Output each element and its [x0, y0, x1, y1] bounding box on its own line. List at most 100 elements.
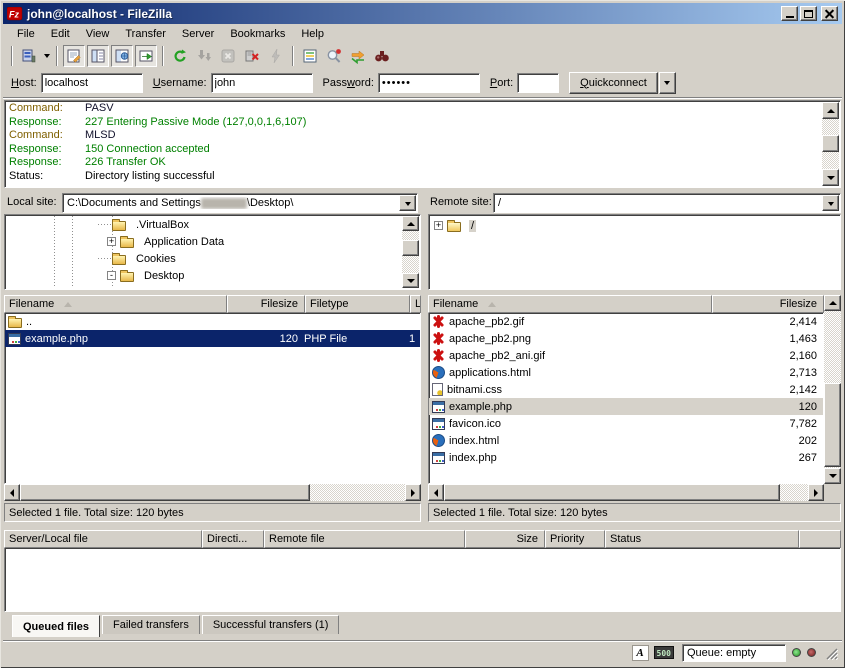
file-row[interactable]: applications.html2,713	[429, 364, 823, 381]
local-col-filesize[interactable]: Filesize	[227, 295, 305, 313]
local-col-filetype[interactable]: Filetype	[305, 295, 410, 313]
menu-server[interactable]: Server	[174, 26, 222, 42]
toggle-message-log-button[interactable]	[63, 45, 85, 67]
file-row-example-php[interactable]: example.php 120 PHP File 1	[5, 330, 420, 347]
expand-icon[interactable]: +	[107, 237, 116, 246]
remote-hscrollbar[interactable]	[428, 484, 824, 501]
tree-item-root[interactable]: + /	[429, 217, 840, 234]
local-col-filename[interactable]: Filename	[4, 295, 227, 313]
maximize-button[interactable]	[800, 6, 817, 21]
queue-col-size[interactable]: Size	[465, 530, 545, 548]
reconnect-icon	[268, 48, 284, 64]
disconnect-button[interactable]	[241, 45, 263, 67]
queue-col-priority[interactable]: Priority	[545, 530, 605, 548]
file-row[interactable]: index.php267	[429, 449, 823, 466]
svg-text:Fz: Fz	[9, 9, 19, 19]
reconnect-button[interactable]	[265, 45, 287, 67]
quickconnect-button[interactable]: Quickconnect	[569, 72, 658, 94]
scroll-up-icon[interactable]	[402, 216, 419, 231]
tree-item-cookies[interactable]: Cookies	[6, 250, 402, 267]
status-light-green-icon	[792, 648, 801, 657]
scroll-left-icon[interactable]	[4, 484, 20, 501]
queue-col-server-local[interactable]: Server/Local file	[4, 530, 202, 548]
process-queue-button[interactable]	[193, 45, 215, 67]
file-row[interactable]: apache_pb2.gif2,414	[429, 313, 823, 330]
close-button[interactable]	[821, 6, 838, 21]
host-input[interactable]	[41, 73, 143, 93]
scroll-up-icon[interactable]	[824, 295, 841, 311]
remote-status: Selected 1 file. Total size: 120 bytes	[428, 503, 841, 522]
tab-successful-transfers[interactable]: Successful transfers (1)	[202, 615, 340, 634]
file-row[interactable]: bitnami.css2,142	[429, 381, 823, 398]
minimize-button[interactable]	[781, 6, 798, 21]
menu-bookmarks[interactable]: Bookmarks	[222, 26, 293, 42]
tree-item-application-data[interactable]: + Application Data	[6, 233, 402, 250]
scroll-right-icon[interactable]	[808, 484, 824, 501]
log-scrollbar[interactable]	[822, 102, 839, 186]
tree-connector	[98, 224, 112, 225]
tree-item-virtualbox[interactable]: .VirtualBox	[6, 216, 402, 233]
scrollbar-thumb[interactable]	[822, 135, 839, 152]
scrollbar-thumb[interactable]	[402, 240, 419, 256]
scroll-up-icon[interactable]	[822, 102, 839, 119]
local-hscrollbar[interactable]	[4, 484, 421, 501]
scrollbar-thumb[interactable]	[444, 484, 780, 501]
filter-button[interactable]	[299, 45, 321, 67]
queue-col-direction[interactable]: Directi...	[202, 530, 264, 548]
file-row[interactable]: apache_pb2.png1,463	[429, 330, 823, 347]
port-input[interactable]	[517, 73, 559, 93]
remote-site-combo[interactable]: /	[493, 193, 841, 213]
log-line: Command:PASV	[6, 102, 822, 116]
menu-transfer[interactable]: Transfer	[117, 26, 174, 42]
local-site-combo[interactable]: C:\Documents and Settings\Desktop\	[62, 193, 418, 213]
remote-col-filesize[interactable]: Filesize	[712, 295, 824, 313]
file-row[interactable]: favicon.ico7,782	[429, 415, 823, 432]
local-tree-scrollbar[interactable]	[402, 216, 419, 288]
expand-icon[interactable]: +	[434, 221, 443, 230]
refresh-button[interactable]	[169, 45, 191, 67]
compare-button[interactable]	[323, 45, 345, 67]
site-manager-button[interactable]	[18, 45, 40, 67]
resize-grip[interactable]	[824, 646, 838, 660]
file-row-updir[interactable]: ..	[5, 313, 420, 330]
refresh-icon	[172, 48, 188, 64]
menu-help[interactable]: Help	[293, 26, 332, 42]
file-row[interactable]: index.html202	[429, 432, 823, 449]
toggle-local-tree-button[interactable]	[87, 45, 109, 67]
queue-col-status[interactable]: Status	[605, 530, 799, 548]
username-input[interactable]	[211, 73, 313, 93]
tab-failed-transfers[interactable]: Failed transfers	[102, 615, 200, 634]
file-row[interactable]: apache_pb2_ani.gif2,160	[429, 347, 823, 364]
tab-queued-files[interactable]: Queued files	[12, 615, 100, 637]
menu-file[interactable]: File	[9, 26, 43, 42]
password-input[interactable]	[378, 73, 480, 93]
scroll-left-icon[interactable]	[428, 484, 444, 501]
scroll-down-icon[interactable]	[824, 468, 841, 484]
scrollbar-thumb[interactable]	[824, 383, 841, 467]
remote-vscrollbar[interactable]	[824, 295, 841, 484]
scroll-down-icon[interactable]	[402, 273, 419, 288]
collapse-icon[interactable]: -	[107, 271, 116, 280]
tree-item-desktop[interactable]: - Desktop	[6, 267, 402, 284]
toggle-queue-button[interactable]	[135, 45, 157, 67]
toggle-remote-tree-button[interactable]	[111, 45, 133, 67]
queue-col-remote-file[interactable]: Remote file	[264, 530, 465, 548]
app-icon: Fz	[7, 7, 23, 21]
local-combo-dropdown[interactable]	[399, 195, 416, 211]
sync-browse-button[interactable]	[347, 45, 369, 67]
scroll-right-icon[interactable]	[405, 484, 421, 501]
menu-edit[interactable]: Edit	[43, 26, 78, 42]
quickconnect-dropdown[interactable]	[659, 72, 676, 94]
remote-col-filename[interactable]: Filename	[428, 295, 712, 313]
scroll-down-icon[interactable]	[822, 169, 839, 186]
remote-combo-dropdown[interactable]	[822, 195, 839, 211]
site-manager-dropdown[interactable]	[44, 54, 50, 61]
titlebar[interactable]: Fz john@localhost - FileZilla	[3, 3, 842, 24]
find-button[interactable]	[371, 45, 393, 67]
local-col-modified[interactable]: L	[410, 295, 421, 313]
menu-view[interactable]: View	[78, 26, 118, 42]
cancel-button[interactable]	[217, 45, 239, 67]
open-folder-icon	[447, 222, 461, 232]
scrollbar-thumb[interactable]	[20, 484, 310, 501]
file-row-selected[interactable]: example.php120	[429, 398, 823, 415]
